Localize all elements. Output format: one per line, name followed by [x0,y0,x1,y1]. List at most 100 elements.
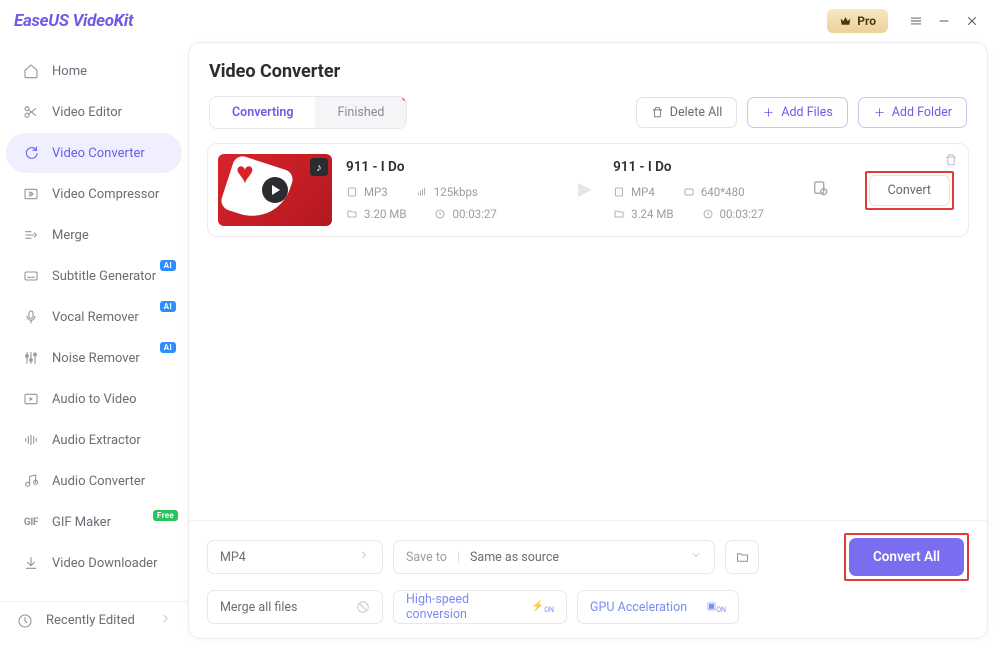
signal-icon [416,186,428,198]
tab-finished[interactable]: Finished [315,97,406,128]
sidebar-item-label: Video Editor [52,105,122,120]
sidebar-item-audio-extractor[interactable]: Audio Extractor [6,420,182,460]
high-speed-toggle[interactable]: High-speed conversion⚡ON [393,590,567,624]
source-size: 3.20 MB [346,207,406,221]
sidebar-item-video-downloader[interactable]: Video Downloader [6,543,182,583]
page-title: Video Converter [209,61,967,82]
convert-icon [22,144,40,162]
source-filename: 911 - I Do [346,159,557,175]
convert-button[interactable]: Convert [869,175,950,206]
audio-video-icon [22,390,40,408]
compress-icon [22,185,40,203]
chevron-right-icon [159,612,172,629]
folder-icon [346,208,358,220]
merge-all-toggle[interactable]: Merge all files [207,590,383,624]
folder-icon [613,208,625,220]
target-filename: 911 - I Do [613,159,797,175]
minimize-button[interactable] [930,7,958,35]
sidebar-item-label: Subtitle Generator [52,269,156,284]
pro-label: Pro [857,14,876,28]
ai-badge: AI [160,260,176,271]
clock-icon [702,208,714,220]
home-icon [22,62,40,80]
sidebar-item-gif-maker[interactable]: GIFGIF MakerFree [6,502,182,542]
item-settings-button[interactable] [811,179,837,201]
clock-icon [16,612,34,630]
target-resolution: 640*480 [683,185,745,199]
ai-badge: AI [160,342,176,353]
footer-bar: MP4 Save to|Same as source Convert All M… [189,520,987,638]
source-duration: 00:03:27 [434,207,496,221]
tab-converting[interactable]: Converting [210,97,315,128]
source-format: MP3 [346,185,388,199]
conversion-item: ♪ 911 - I Do MP3 125kbps 3.20 MB 00:03:2… [207,143,969,237]
mic-icon [22,308,40,326]
clock-icon [434,208,446,220]
sliders-icon [22,349,40,367]
delete-all-button[interactable]: Delete All [636,97,738,128]
file-icon [613,186,625,198]
gpu-accel-toggle[interactable]: GPU Acceleration▣ON [577,590,739,624]
sidebar-item-home[interactable]: Home [6,51,182,91]
plus-icon [873,106,886,119]
resolution-icon [683,186,695,198]
tabs: Converting Finished [209,96,407,129]
sidebar: Home Video Editor Video Converter Video … [0,42,188,651]
sidebar-item-label: Home [52,64,87,79]
sidebar-item-vocal-remover[interactable]: Vocal RemoverAI [6,297,182,337]
sidebar-item-label: Merge [52,228,89,243]
sidebar-recently-edited[interactable]: Recently Edited [0,601,188,639]
pro-badge[interactable]: Pro [827,9,888,33]
add-files-button[interactable]: Add Files [747,97,847,128]
plus-icon [762,106,775,119]
sidebar-item-video-converter[interactable]: Video Converter [6,133,182,173]
sidebar-item-merge[interactable]: Merge [6,215,182,255]
notification-dot [402,96,407,101]
sidebar-item-video-compressor[interactable]: Video Compressor [6,174,182,214]
gif-icon: GIF [22,513,40,531]
trash-icon [651,106,664,119]
close-button[interactable] [958,7,986,35]
convert-all-highlight: Convert All [844,533,969,581]
download-icon [22,554,40,572]
file-icon [346,186,358,198]
convert-all-button[interactable]: Convert All [849,538,964,576]
scissors-icon [22,103,40,121]
target-duration: 00:03:27 [702,207,764,221]
ai-badge: AI [160,301,176,312]
main-panel: Video Converter Converting Finished Dele… [188,42,988,639]
sidebar-item-label: GIF Maker [52,515,111,530]
music-badge-icon: ♪ [310,158,328,176]
merge-icon [22,226,40,244]
sidebar-item-audio-to-video[interactable]: Audio to Video [6,379,182,419]
video-thumbnail[interactable]: ♪ [218,154,332,226]
sidebar-item-label: Audio Extractor [52,433,141,448]
sidebar-item-label: Audio to Video [52,392,137,407]
target-format: MP4 [613,185,655,199]
sidebar-item-label: Video Compressor [52,187,159,202]
add-folder-button[interactable]: Add Folder [858,97,967,128]
app-logo: EaseUS VideoKit [14,11,133,31]
toggle-on-icon: ⚡ON [532,601,554,614]
recently-label: Recently Edited [46,613,135,628]
audio-wave-icon [22,431,40,449]
target-size: 3.24 MB [613,207,673,221]
source-bitrate: 125kbps [416,185,478,199]
arrow-right-icon [571,176,599,204]
sidebar-item-label: Audio Converter [52,474,145,489]
toggle-off-icon [356,600,370,614]
music-icon [22,472,40,490]
play-icon [262,177,288,203]
sidebar-item-noise-remover[interactable]: Noise Remover AI [6,338,182,378]
subtitle-icon [22,267,40,285]
toggle-on-icon: ▣ON [707,601,726,614]
sidebar-item-label: Video Downloader [52,556,157,571]
sidebar-item-audio-converter[interactable]: Audio Converter [6,461,182,501]
sidebar-item-label: Video Converter [52,146,145,161]
delete-item-button[interactable] [944,152,958,171]
sidebar-item-label: Noise Remover [52,351,140,366]
menu-button[interactable] [902,7,930,35]
crown-icon [839,15,852,28]
sidebar-item-video-editor[interactable]: Video Editor [6,92,182,132]
sidebar-item-subtitle-generator[interactable]: Subtitle Generator AI [6,256,182,296]
